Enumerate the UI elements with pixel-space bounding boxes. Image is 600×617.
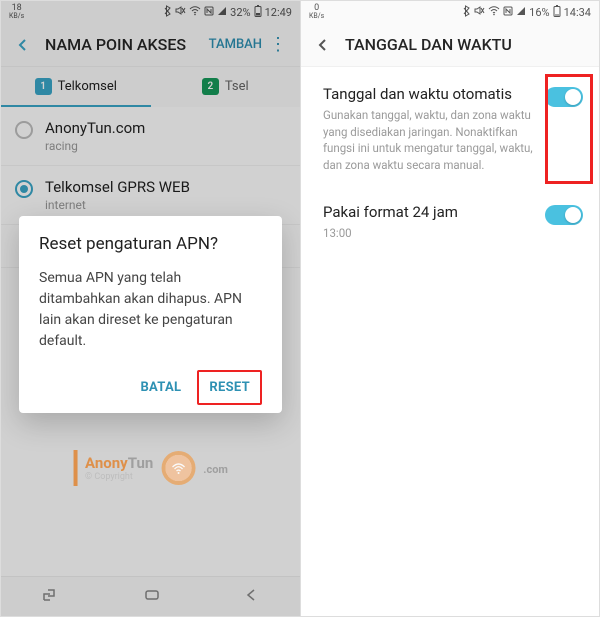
dialog-reset-button[interactable]: RESET	[197, 370, 262, 405]
setting-title: Tanggal dan waktu otomatis	[323, 85, 535, 103]
battery-percent: 16%	[529, 6, 549, 19]
dialog-title: Reset pengaturan APN?	[39, 234, 262, 254]
status-bar: 0KB/s 16% 14:34	[301, 1, 599, 23]
clock: 14:34	[564, 6, 591, 19]
signal-icon	[516, 6, 526, 19]
setting-title: Pakai format 24 jam	[323, 203, 535, 221]
battery-icon	[553, 5, 561, 20]
dialog-body: Semua APN yang telah ditambahkan akan di…	[39, 268, 262, 352]
setting-row-24h-format[interactable]: Pakai format 24 jam 13:00	[301, 188, 599, 256]
mute-icon	[474, 5, 485, 19]
reset-apn-dialog: Reset pengaturan APN? Semua APN yang tel…	[19, 216, 282, 413]
phone-left-apn-settings: 18KB/s 32% 12:49	[1, 1, 300, 616]
back-button[interactable]	[313, 35, 333, 55]
setting-description: 13:00	[323, 225, 535, 242]
annotation-red-box	[545, 74, 593, 184]
wifi-icon	[488, 6, 500, 19]
phone-right-datetime-settings: 0KB/s 16% 14:34	[300, 1, 599, 616]
toggle-24h-format[interactable]	[545, 205, 583, 225]
app-header: TANGGAL DAN WAKTU	[301, 23, 599, 67]
dialog-cancel-button[interactable]: BATAL	[130, 372, 191, 403]
page-title: TANGGAL DAN WAKTU	[345, 35, 587, 54]
network-speed-indicator: 0KB/s	[309, 4, 324, 20]
setting-description: Gunakan tanggal, waktu, dan zona waktu y…	[323, 107, 535, 174]
bluetooth-icon	[462, 5, 471, 20]
nfc-icon	[503, 6, 513, 19]
